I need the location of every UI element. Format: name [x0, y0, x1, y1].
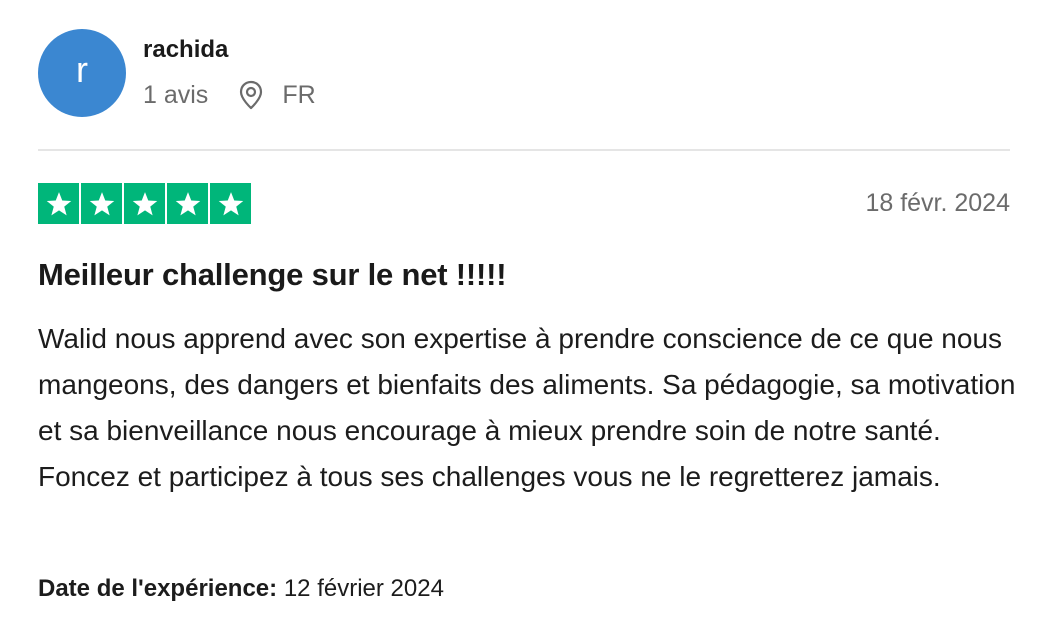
experience-date: Date de l'expérience: 12 février 2024	[38, 575, 444, 603]
star-icon	[81, 183, 122, 224]
avatar[interactable]: r	[38, 29, 126, 117]
reviewer-meta: 1 avis FR	[143, 80, 316, 110]
star-rating	[38, 183, 251, 224]
divider	[38, 149, 1010, 151]
reviewer-country: FR	[282, 80, 316, 109]
review-count: 1 avis	[143, 80, 209, 109]
star-icon	[38, 183, 79, 224]
reviewer-name[interactable]: rachida	[143, 36, 228, 64]
map-pin-icon	[238, 80, 264, 110]
review-card: r rachida 1 avis FR 18 févr. 2024 Meille…	[0, 0, 1052, 630]
star-icon	[167, 183, 208, 224]
experience-date-label: Date de l'expérience:	[38, 575, 278, 602]
avatar-initial: r	[76, 49, 88, 90]
review-title[interactable]: Meilleur challenge sur le net !!!!!	[38, 257, 507, 293]
experience-date-value: 12 février 2024	[283, 575, 444, 602]
star-icon	[124, 183, 165, 224]
review-date: 18 févr. 2024	[865, 189, 1010, 217]
star-icon	[210, 183, 251, 224]
review-body: Walid nous apprend avec son expertise à …	[38, 323, 1016, 492]
